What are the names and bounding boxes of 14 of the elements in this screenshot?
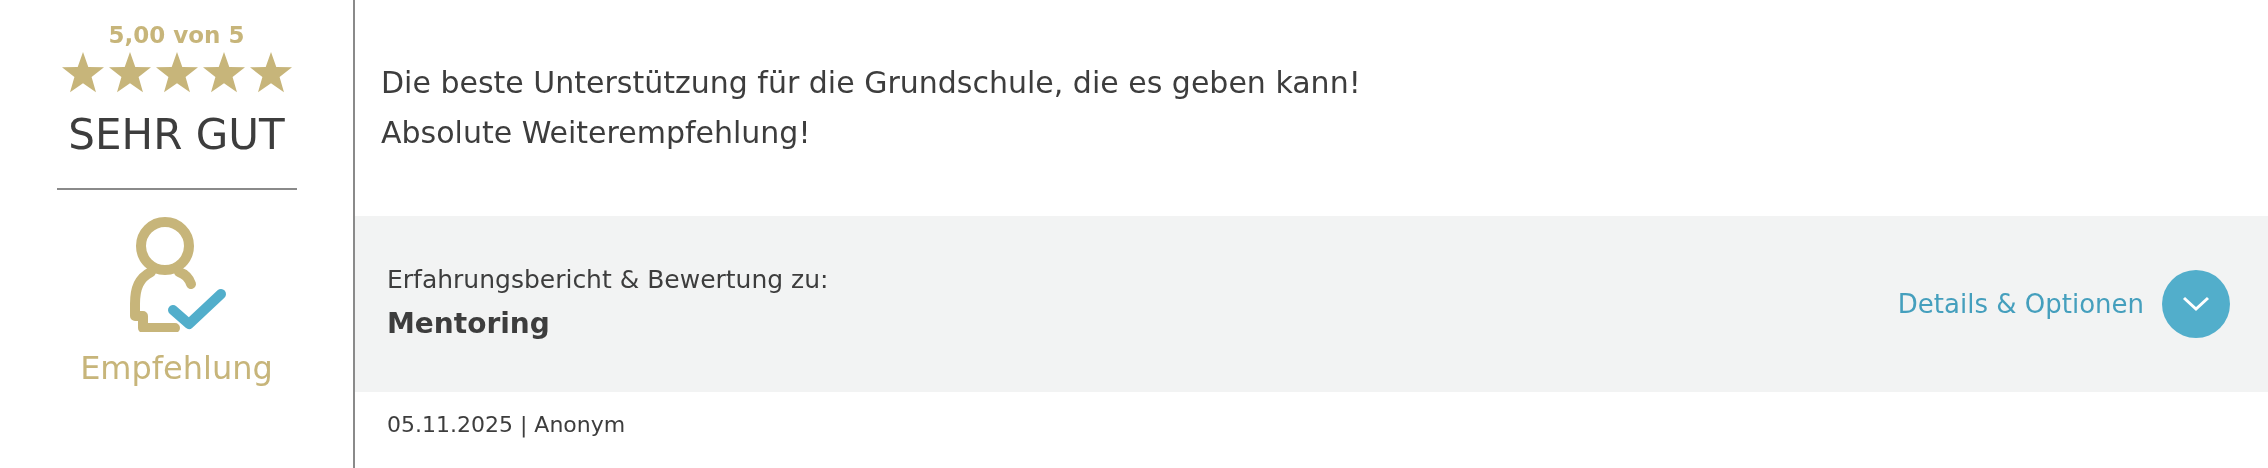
details-link[interactable]: Details & Optionen [1897,284,2144,324]
rating-verdict: SEHR GUT [68,109,285,161]
review-meta: 05.11.2025 | Anonym [386,411,627,440]
subject-title: Mentoring [387,306,551,342]
rating-score: 5,00 von 5 [108,21,245,50]
recommendation-label: Empfehlung [80,348,273,389]
chevron-down-icon [2182,296,2210,312]
star-icon [154,52,199,94]
subject-label: Erfahrungsbericht & Bewertung zu: [387,264,830,296]
star-icon [248,52,293,94]
star-icon [60,52,105,94]
review-text: Die beste Unterstützung für die Grundschule, die es geben kann! Absolute Weiterempfehlung! [380,64,1362,152]
star-icon [201,52,246,94]
star-icon [107,52,152,94]
